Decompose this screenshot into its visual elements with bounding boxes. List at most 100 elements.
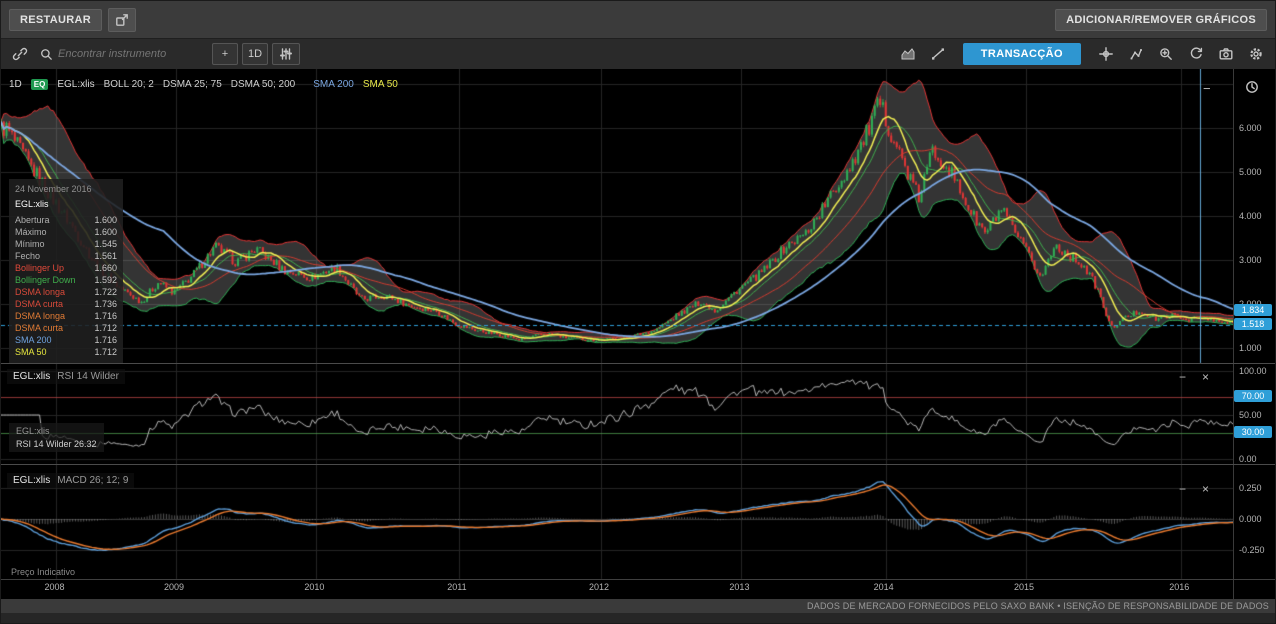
chart-style-area-button[interactable] xyxy=(895,42,921,66)
price-axis-label: 5.000 xyxy=(1239,167,1262,177)
add-remove-charts-button[interactable]: ADICIONAR/REMOVER GRÁFICOS xyxy=(1055,9,1267,31)
panel-divider[interactable] xyxy=(1,464,1276,465)
rsi-minimize-button[interactable]: − xyxy=(1179,370,1186,384)
x-axis-year-label: 2016 xyxy=(1169,582,1189,592)
crosshair-button[interactable] xyxy=(1093,42,1119,66)
tooltip-row: Abertura1.600 xyxy=(15,214,117,226)
macd-axis-label: 0.000 xyxy=(1239,514,1262,524)
gear-icon xyxy=(1248,46,1264,62)
restore-button[interactable]: RESTAURAR xyxy=(9,9,102,31)
macd-panel-indicator: MACD 26; 12; 9 xyxy=(57,475,128,486)
topbar-left-group: RESTAURAR xyxy=(9,8,136,32)
zoom-in-icon xyxy=(1158,46,1174,62)
tooltip-row: DSMA curta1.736 xyxy=(15,298,117,310)
clock-icon xyxy=(1244,79,1260,95)
x-axis-year-label: 2015 xyxy=(1014,582,1034,592)
tooltip-rows: Abertura1.600Máximo1.600Mínimo1.545Fecho… xyxy=(15,214,117,358)
x-axis-year-label: 2011 xyxy=(447,582,466,592)
crosshair-tooltip: 24 November 2016 EGL:xlis Abertura1.600M… xyxy=(9,179,123,363)
refresh-icon xyxy=(1188,46,1204,62)
price-axis-label: 6.000 xyxy=(1239,123,1262,133)
disclaimer-text: DADOS DE MERCADO FORNECIDOS PELO SAXO BA… xyxy=(807,601,1269,611)
rsi-panel-controls: − × xyxy=(1179,370,1209,384)
main-chart-minimize-button[interactable]: − xyxy=(1203,81,1211,96)
macd-close-button[interactable]: × xyxy=(1202,482,1209,496)
tooltip-row: DSMA curta1.712 xyxy=(15,322,117,334)
rsi-axis-badge: 70.00 xyxy=(1234,390,1272,402)
tooltip-row: Bollinger Up1.660 xyxy=(15,262,117,274)
tooltip-row: DSMA longa1.722 xyxy=(15,286,117,298)
tooltip-row: DSMA longa1.716 xyxy=(15,310,117,322)
rsi-panel-symbol: EGL:xlis xyxy=(13,371,50,382)
rsi-panel-indicator: RSI 14 Wilder xyxy=(57,371,119,382)
legend-symbol: EGL:xlis xyxy=(57,79,94,90)
search-input[interactable] xyxy=(58,48,208,60)
price-chart-canvas[interactable] xyxy=(1,69,1233,599)
main-chart-legend: 1D EQ EGL:xlis BOLL 20; 2 DSMA 25; 75 DSMA… xyxy=(9,79,398,90)
tooltip-row: SMA 501.712 xyxy=(15,346,117,358)
price-axis-badge: 1.518 xyxy=(1234,318,1272,330)
rsi-axis-label: 100.00 xyxy=(1239,366,1267,376)
tooltip-row: Máximo1.600 xyxy=(15,226,117,238)
x-axis-year-label: 2013 xyxy=(729,582,749,592)
macd-axis-label: 0.250 xyxy=(1239,483,1262,493)
indicators-button[interactable] xyxy=(272,43,300,65)
rsi-close-button[interactable]: × xyxy=(1202,370,1209,384)
add-instrument-button[interactable]: + xyxy=(212,43,238,65)
rsi-readout-symbol: EGL:xlis xyxy=(16,426,97,436)
tooltip-row: SMA 2001.716 xyxy=(15,334,117,346)
tooltip-date: 24 November 2016 xyxy=(15,184,117,194)
link-instrument-button[interactable] xyxy=(7,42,33,66)
rsi-axis-label: 50.00 xyxy=(1239,410,1262,420)
crosshair-icon xyxy=(1098,46,1114,62)
macd-panel-header: EGL:xlis MACD 26; 12; 9 xyxy=(7,473,134,488)
price-axis-label: 1.000 xyxy=(1239,343,1262,353)
price-axis-label: 4.000 xyxy=(1239,211,1262,221)
macd-panel-controls: − × xyxy=(1179,482,1209,496)
macd-minimize-button[interactable]: − xyxy=(1179,482,1186,496)
market-data-footer: DADOS DE MERCADO FORNECIDOS PELO SAXO BA… xyxy=(1,599,1276,613)
period-button[interactable]: 1D xyxy=(242,43,268,65)
top-header-bar: RESTAURAR ADICIONAR/REMOVER GRÁFICOS xyxy=(1,1,1275,39)
panel-divider[interactable] xyxy=(1,363,1276,364)
tooltip-row: Fecho1.561 xyxy=(15,250,117,262)
instrument-type-badge: EQ xyxy=(31,79,49,90)
rsi-readout: EGL:xlis RSI 14 Wilder 26.32 xyxy=(9,423,104,452)
popout-button[interactable] xyxy=(108,8,136,32)
price-axis-label: 3.000 xyxy=(1239,255,1262,265)
price-axis-badge: 1.834 xyxy=(1234,304,1272,316)
trade-button[interactable]: TRANSACÇÃO xyxy=(963,43,1081,65)
chart-toolbar: + 1D TRANSACÇÃO xyxy=(1,39,1275,69)
area-chart-icon xyxy=(900,46,916,62)
chart-style-line-button[interactable] xyxy=(925,42,951,66)
macd-panel-symbol: EGL:xlis xyxy=(13,475,50,486)
macd-axis-label: -0.250 xyxy=(1239,545,1265,555)
rsi-axis-badge: 30.00 xyxy=(1234,426,1272,438)
trading-platform-window: RESTAURAR ADICIONAR/REMOVER GRÁFICOS xyxy=(0,0,1276,624)
line-chart-icon xyxy=(930,46,946,62)
popout-icon xyxy=(114,12,130,28)
x-axis-year-label: 2014 xyxy=(874,582,894,592)
legend-sma200: SMA 200 xyxy=(313,79,354,90)
legend-indicator-list: BOLL 20; 2 DSMA 25; 75 DSMA 50; 200 xyxy=(104,79,305,90)
zoom-in-button[interactable] xyxy=(1153,42,1179,66)
legend-indicator: BOLL 20; 2 xyxy=(104,79,154,90)
refresh-button[interactable] xyxy=(1183,42,1209,66)
x-axis-divider xyxy=(1,579,1276,580)
legend-indicator: DSMA 25; 75 xyxy=(163,79,222,90)
drawing-tools-button[interactable] xyxy=(1123,42,1149,66)
snapshot-button[interactable] xyxy=(1213,42,1239,66)
legend-sma50: SMA 50 xyxy=(363,79,398,90)
x-axis-year-label: 2010 xyxy=(304,582,324,592)
time-axis-clock-button[interactable] xyxy=(1244,79,1260,98)
tooltip-row: Mínimo1.545 xyxy=(15,238,117,250)
indicative-price-note: Preço Indicativo xyxy=(11,567,75,577)
x-axis-year-label: 2012 xyxy=(589,582,609,592)
settings-button[interactable] xyxy=(1243,42,1269,66)
rsi-readout-value: RSI 14 Wilder 26.32 xyxy=(16,439,97,449)
legend-period: 1D xyxy=(9,79,22,90)
search-icon xyxy=(39,47,54,62)
legend-indicator: DSMA 50; 200 xyxy=(231,79,295,90)
x-axis-year-label: 2008 xyxy=(44,582,64,592)
tooltip-symbol: EGL:xlis xyxy=(15,199,117,209)
